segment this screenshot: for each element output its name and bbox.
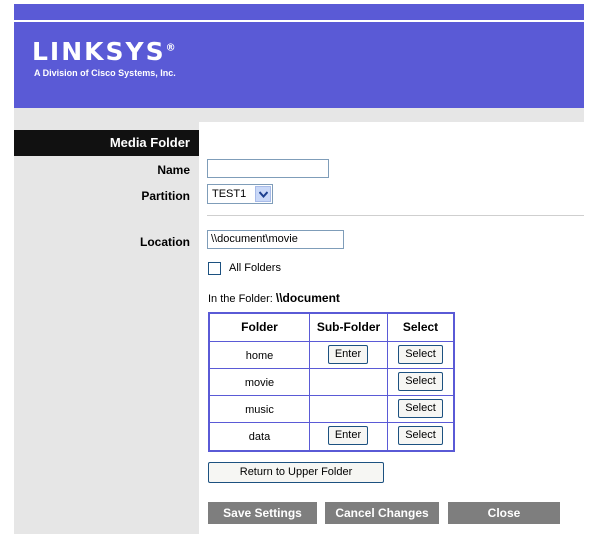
partition-select[interactable]: TEST1 <box>207 184 273 204</box>
linksys-logo: LINKSYS® <box>32 37 178 66</box>
header-banner: LINKSYS® A Division of Cisco Systems, In… <box>14 22 584 108</box>
folder-name: movie <box>244 377 275 389</box>
top-bar <box>14 4 584 20</box>
folder-name: home <box>245 350 274 362</box>
cancel-changes-button[interactable]: Cancel Changes <box>325 502 439 524</box>
folder-name: data <box>248 431 271 443</box>
save-settings-button[interactable]: Save Settings <box>208 502 317 524</box>
divider <box>207 215 584 216</box>
location-label: Location <box>140 235 190 249</box>
select-button[interactable]: Select <box>398 345 443 364</box>
current-folder-prefix: In the Folder: <box>208 293 273 305</box>
dropdown-arrow-icon[interactable] <box>255 186 271 202</box>
name-label: Name <box>157 163 190 177</box>
logo-tagline: A Division of Cisco Systems, Inc. <box>34 68 176 78</box>
folder-table: Folder Sub-Folder Select home Enter Sele… <box>208 312 455 452</box>
table-row-divider <box>210 395 453 396</box>
table-row-divider <box>210 341 453 342</box>
enter-button[interactable]: Enter <box>328 426 368 445</box>
select-button[interactable]: Select <box>398 399 443 418</box>
return-upper-folder-button[interactable]: Return to Upper Folder <box>208 462 384 483</box>
name-input[interactable] <box>207 159 329 178</box>
partition-label: Partition <box>141 189 190 203</box>
enter-button[interactable]: Enter <box>328 345 368 364</box>
header-subfolder: Sub-Folder <box>316 320 381 334</box>
left-panel <box>14 122 199 534</box>
close-button[interactable]: Close <box>448 502 560 524</box>
partition-value: TEST1 <box>212 188 247 200</box>
select-button[interactable]: Select <box>398 372 443 391</box>
table-column-divider <box>309 314 310 450</box>
section-title: Media Folder <box>14 130 199 156</box>
table-row-divider <box>210 422 453 423</box>
current-folder-text: In the Folder: \\document <box>208 291 340 305</box>
all-folders-checkbox[interactable] <box>208 262 221 275</box>
folder-name: music <box>245 404 274 416</box>
header-stripe <box>14 108 584 122</box>
location-input[interactable]: \\document\movie <box>207 230 344 249</box>
select-button[interactable]: Select <box>398 426 443 445</box>
all-folders-label: All Folders <box>229 262 281 274</box>
header-folder: Folder <box>241 320 278 334</box>
table-column-divider <box>387 314 388 450</box>
current-folder-path: \\document <box>275 291 340 305</box>
table-row-divider <box>210 368 453 369</box>
header-select: Select <box>402 320 439 334</box>
